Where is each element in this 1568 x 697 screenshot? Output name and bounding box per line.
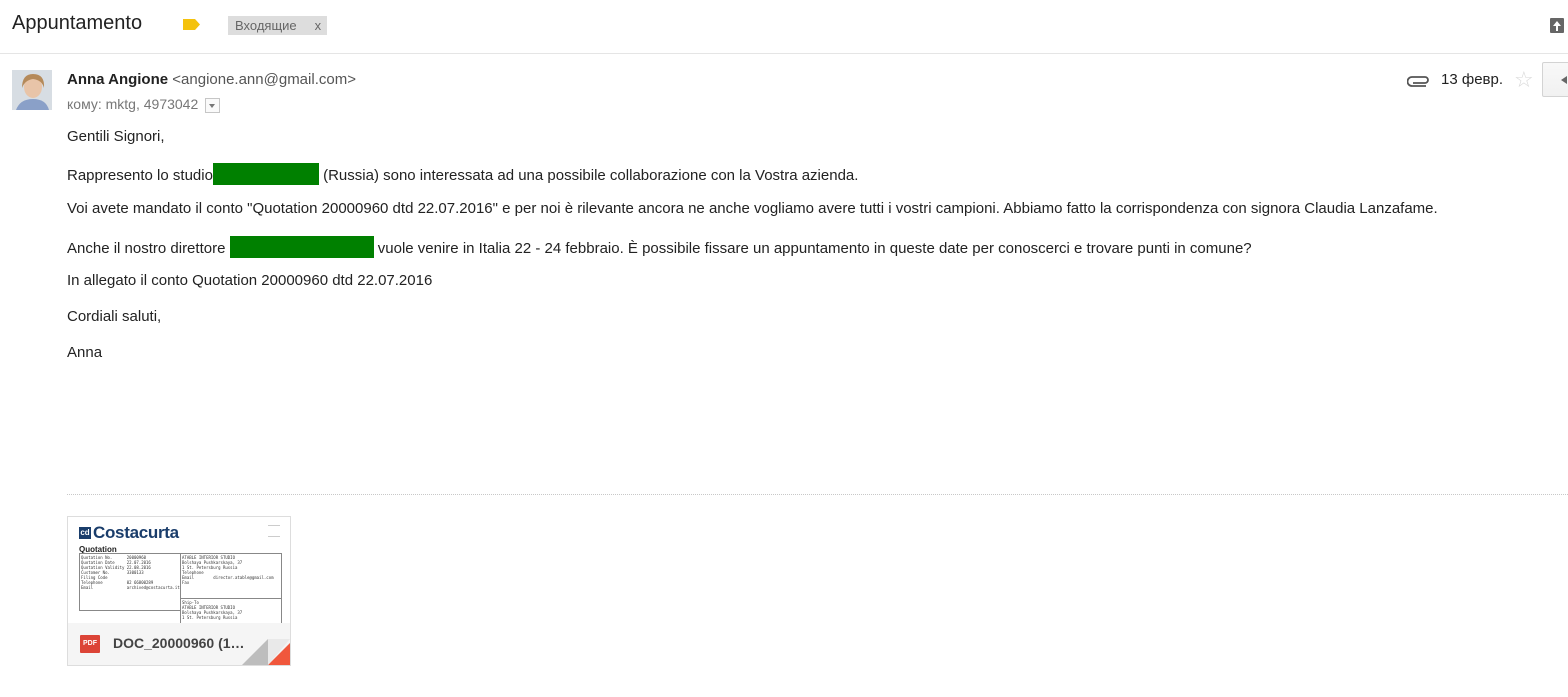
- body-signature: Anna: [67, 344, 103, 361]
- body-greeting: Gentili Signori,: [67, 128, 165, 145]
- attachment-footer[interactable]: PDF DOC_20000960 (1…: [68, 623, 290, 665]
- preview-right-text-2: Ship-To ATABLE INTERIOR STUDIO Bolshaya …: [182, 600, 243, 620]
- open-in-new-window-icon[interactable]: [1550, 18, 1564, 33]
- p3-before: Anche il nostro direttore: [67, 240, 226, 257]
- remove-label-button[interactable]: x: [315, 16, 322, 35]
- preview-right-text-1: ATABLE INTERIOR STUDIO Bolshaya Pushkars…: [182, 555, 274, 585]
- avatar-image: [12, 70, 52, 110]
- attachments-divider: [67, 494, 1568, 495]
- message-date: 13 февр.: [1441, 71, 1504, 88]
- recipients-line: кому: mktg, 4973042: [67, 96, 221, 113]
- paperclip-icon: [1407, 76, 1429, 87]
- body-paragraph-1: Rappresento lo studio (Russia) sono inte…: [67, 163, 858, 185]
- avatar[interactable]: [12, 70, 52, 110]
- importance-marker-icon[interactable]: [183, 19, 200, 30]
- sender-line: Anna Angione <angione.ann@gmail.com>: [67, 71, 356, 88]
- subject-title: Appuntamento: [12, 12, 143, 34]
- redacted-director-name: [229, 236, 374, 258]
- message-header: Appuntamento Входящие x: [0, 0, 1568, 54]
- star-icon[interactable]: ☆: [1514, 67, 1534, 93]
- sender-name[interactable]: Anna Angione: [67, 71, 168, 88]
- logo-text: Costacurta: [93, 523, 179, 542]
- page-fold-corner-icon: [242, 639, 290, 665]
- show-details-dropdown-icon[interactable]: [205, 97, 221, 113]
- logo-mark-icon: cd: [79, 527, 91, 539]
- pdf-file-icon: PDF: [80, 635, 100, 653]
- reply-button[interactable]: [1542, 62, 1568, 97]
- p1-after: (Russia) sono interessata ad una possibi…: [323, 167, 859, 184]
- preview-logo: cd Costacurta: [79, 523, 179, 543]
- body-paragraph-3: Anche il nostro direttore vuole venire i…: [67, 236, 1252, 258]
- redacted-studio-name: [212, 163, 319, 185]
- attachment-preview[interactable]: cd Costacurta Quotation Quotation No. 20…: [68, 517, 290, 630]
- attachment-card[interactable]: cd Costacurta Quotation Quotation No. 20…: [67, 516, 291, 666]
- body-closing: Cordiali saluti,: [67, 308, 162, 325]
- body-paragraph-2: Voi avete mandato il conto "Quotation 20…: [67, 200, 1438, 217]
- preview-left-text: Quotation No. 20000960 Quotation Date 22…: [81, 555, 180, 590]
- sender-email: <angione.ann@gmail.com>: [172, 71, 356, 88]
- preview-left-box: Quotation No. 20000960 Quotation Date 22…: [79, 553, 181, 611]
- attachment-file-name[interactable]: DOC_20000960 (1…: [113, 635, 245, 651]
- p3-after: vuole venire in Italia 22 - 24 febbraio.…: [377, 240, 1252, 257]
- p1-before: Rappresento lo studio: [67, 167, 213, 184]
- preview-right-box-1: ATABLE INTERIOR STUDIO Bolshaya Pushkars…: [180, 553, 282, 599]
- label-chip-inbox[interactable]: Входящие x: [228, 16, 328, 35]
- body-paragraph-4: In allegato il conto Quotation 20000960 …: [67, 272, 433, 289]
- preview-page-marks: [268, 525, 280, 537]
- recipients-text: кому: mktg, 4973042: [67, 96, 199, 112]
- label-chip-text: Входящие: [235, 18, 297, 33]
